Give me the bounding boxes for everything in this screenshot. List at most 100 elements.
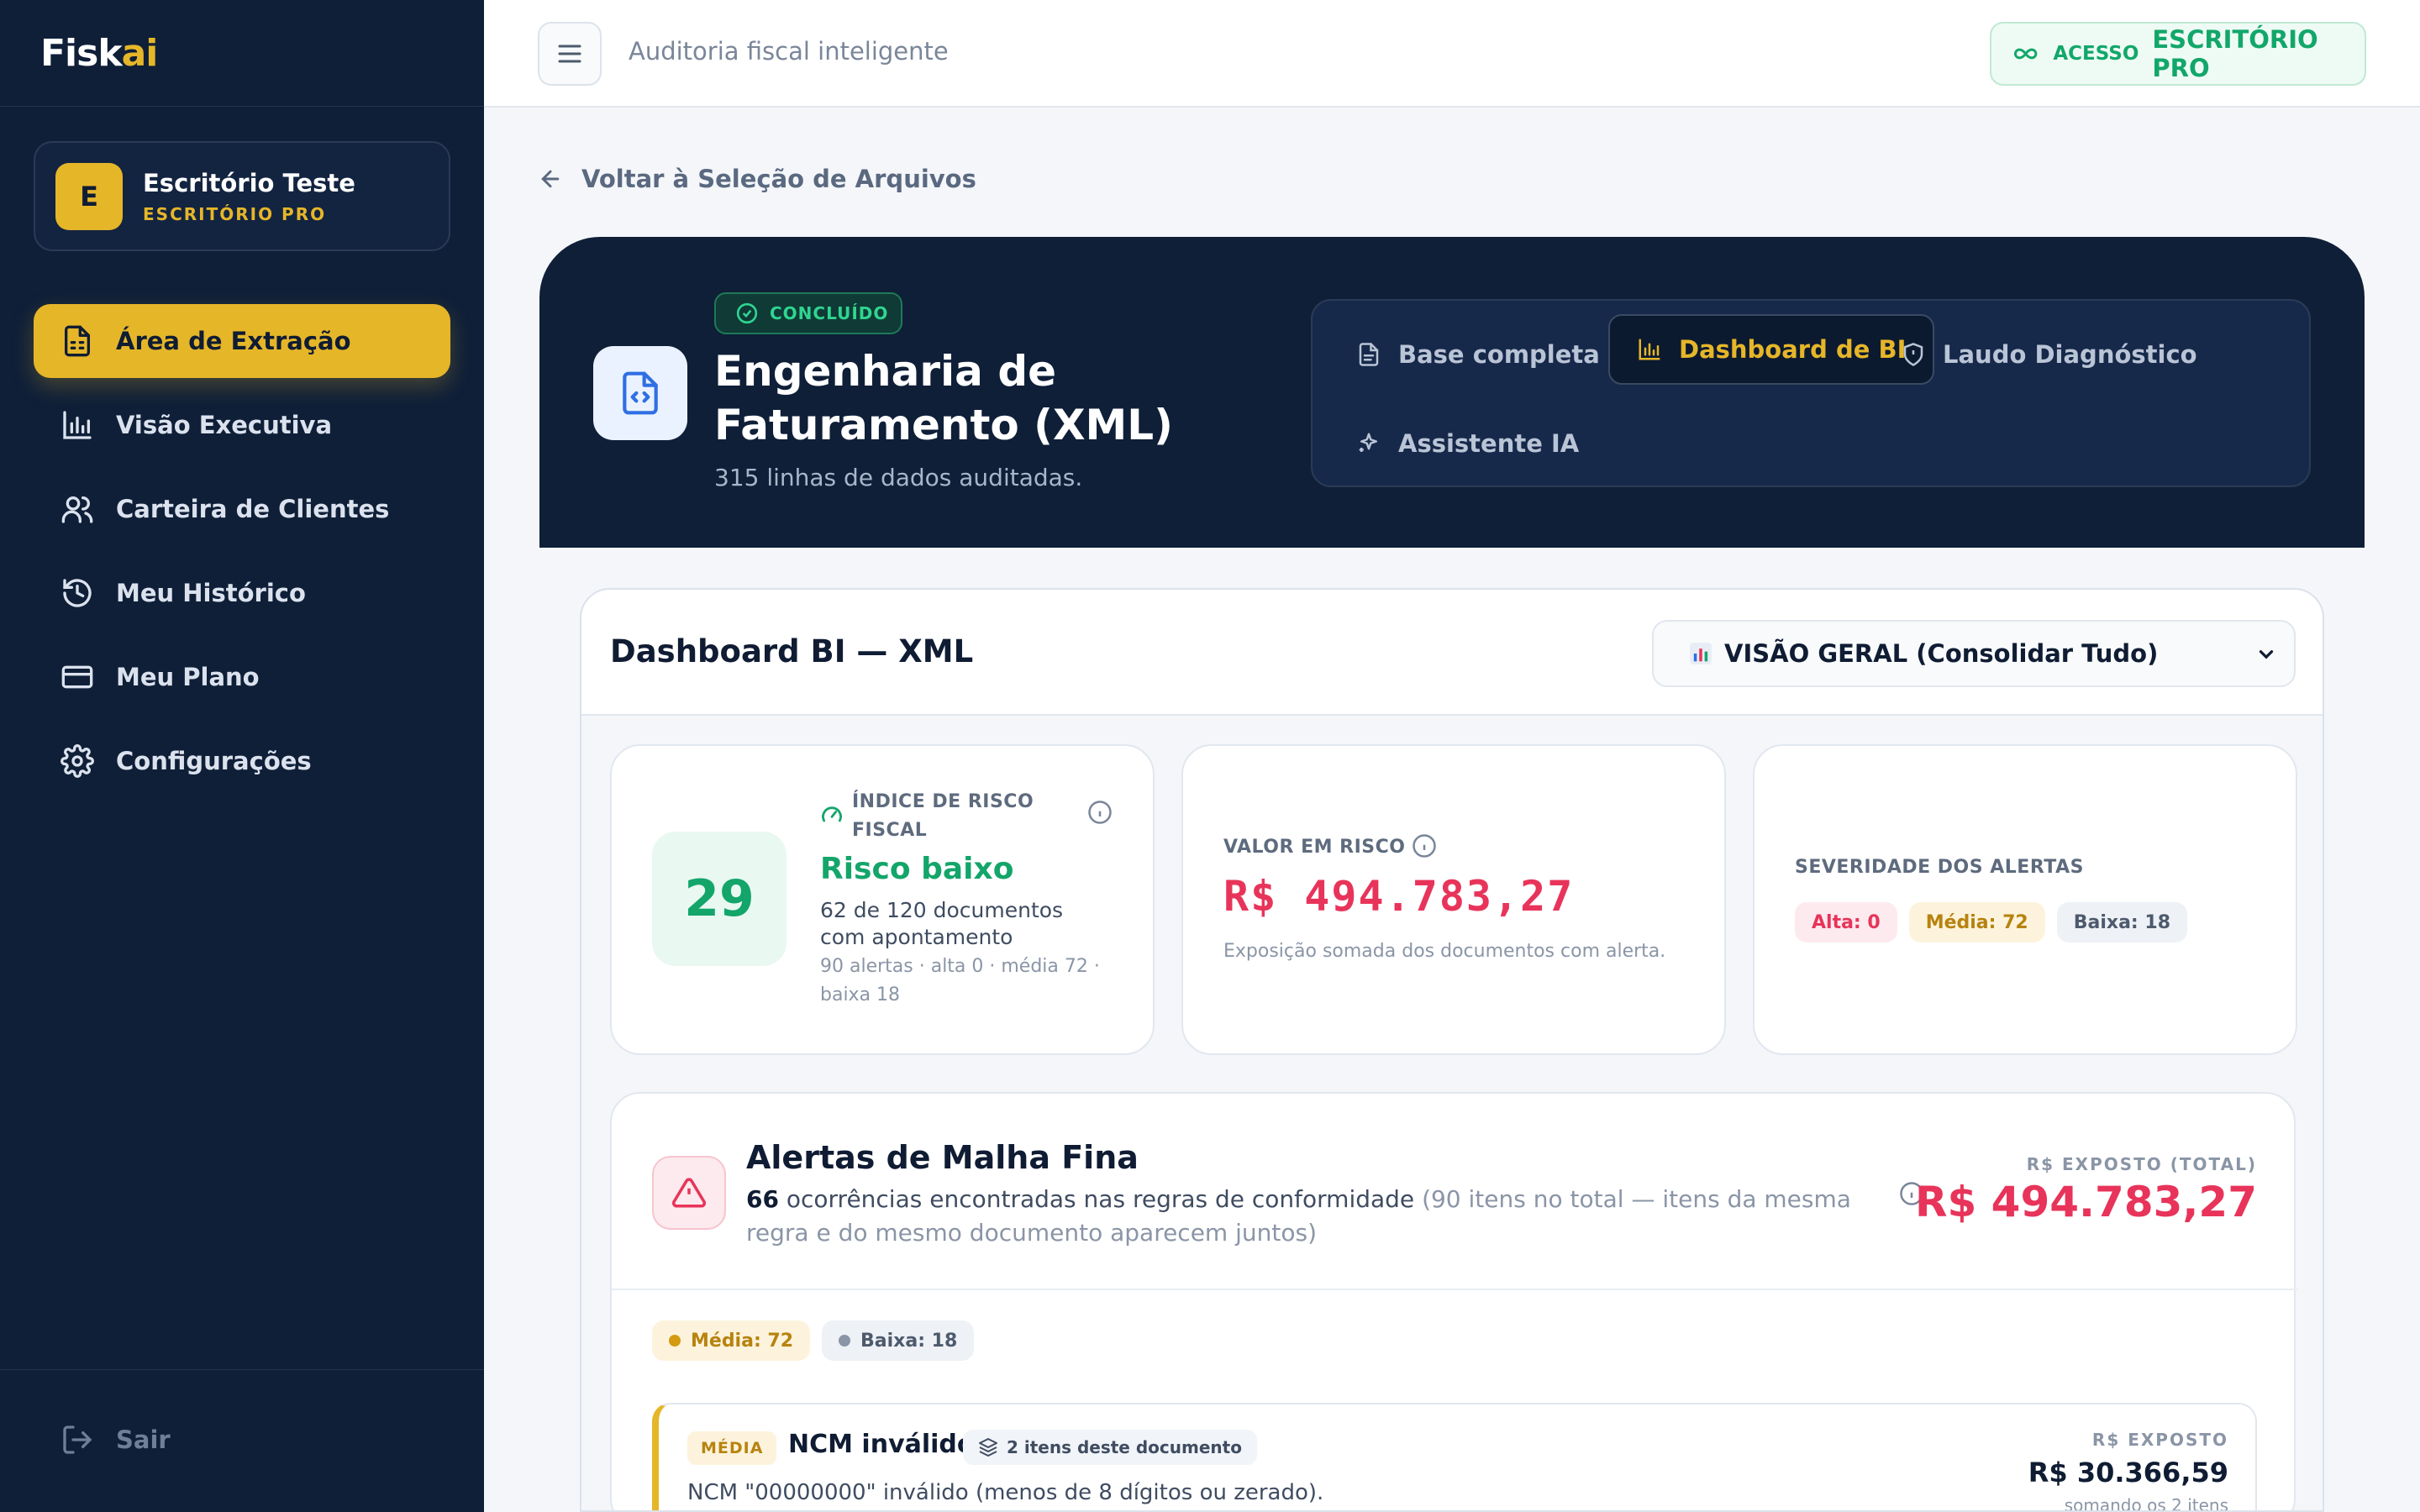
layers-icon: [979, 1438, 997, 1457]
alerts-title: Alertas de Malha Fina: [746, 1139, 1139, 1176]
arrow-left-icon: [541, 170, 560, 188]
sidebar-item-label: Meu Plano: [116, 663, 260, 691]
filter-low-label: Baixa: 18: [860, 1330, 958, 1352]
access-prefix: ACESSO: [2053, 43, 2139, 65]
sidebar-item-carteira-clientes[interactable]: Carteira de Clientes: [34, 472, 450, 546]
chart-emoji-icon: [1690, 643, 1712, 664]
alert-group-chip: 2 itens deste documento: [963, 1430, 1257, 1465]
office-card[interactable]: E Escritório Teste ESCRITÓRIO PRO: [34, 141, 450, 251]
gauge-icon: [822, 806, 842, 822]
hamburger-icon: [558, 45, 581, 63]
alert-severity-tag: MÉDIA: [687, 1431, 777, 1465]
file-code-icon: [593, 346, 687, 440]
risk-score: 29: [652, 832, 786, 966]
credit-card-icon: [60, 660, 94, 694]
severity-card: SEVERIDADE DOS ALERTAS Alta: 0 Média: 72…: [1753, 744, 2297, 1055]
sidebar-item-label: Meu Histórico: [116, 579, 306, 607]
sidebar-item-label: Configurações: [116, 747, 312, 775]
alert-item[interactable]: MÉDIA NCM inválido 2 itens deste documen…: [652, 1403, 2257, 1512]
infinity-icon: [2014, 48, 2038, 60]
brand-logo[interactable]: Fisk ai: [0, 0, 484, 107]
report-header: CONCLUÍDO Engenharia de Faturamento (XML…: [539, 237, 2365, 548]
tab-label: Laudo Diagnóstico: [1943, 340, 2197, 369]
back-link[interactable]: Voltar à Seleção de Arquivos: [538, 165, 976, 193]
alert-item-exposed-note: somando os 2 itens: [2064, 1495, 2228, 1512]
risk-index-card: 29 ÍNDICE DE RISCO FISCAL Risco baixo 62…: [610, 744, 1155, 1055]
sidebar-item-visao-executiva[interactable]: Visão Executiva: [34, 388, 450, 462]
alert-item-exposed-label: R$ EXPOSTO: [2091, 1430, 2228, 1450]
tab-base-completa[interactable]: Base completa: [1356, 319, 1627, 390]
tab-dashboard-bi[interactable]: Dashboard de BI: [1608, 314, 1935, 385]
topbar-subtitle: Auditoria fiscal inteligente: [629, 37, 949, 66]
logout-button[interactable]: Sair: [60, 1423, 171, 1457]
view-select-value: VISÃO GERAL (Consolidar Tudo): [1724, 639, 2159, 668]
filter-medium[interactable]: Média: 72: [652, 1320, 811, 1361]
office-plan: ESCRITÓRIO PRO: [143, 203, 327, 224]
info-icon[interactable]: [1087, 800, 1113, 825]
sidebar-item-plano[interactable]: Meu Plano: [34, 640, 450, 714]
severity-label: SEVERIDADE DOS ALERTAS: [1795, 857, 2084, 878]
risk-docs: 62 de 120 documentos com apontamento: [820, 898, 1064, 949]
file-spreadsheet-icon: [60, 324, 94, 358]
logout-label: Sair: [116, 1425, 171, 1454]
alert-filters: Média: 72 Baixa: 18: [652, 1320, 986, 1361]
sidebar-item-label: Visão Executiva: [116, 411, 333, 439]
severity-medium-chip: Média: 72: [1908, 902, 2045, 942]
office-name: Escritório Teste: [143, 168, 355, 197]
office-avatar: E: [55, 162, 123, 230]
sidebar-item-label: Área de Extração: [116, 327, 351, 355]
access-plan: ESCRITÓRIO PRO: [2152, 25, 2318, 82]
chevron-down-icon: [2259, 650, 2274, 659]
view-tabs: Base completa Dashboard de BI Laudo Diag…: [1311, 299, 2311, 487]
bar-chart-icon: [60, 408, 94, 442]
tab-label: Dashboard de BI: [1679, 335, 1907, 364]
report-subtitle: 315 linhas de dados auditadas.: [714, 464, 1083, 491]
severity-chips: Alta: 0 Média: 72 Baixa: 18: [1795, 902, 2199, 942]
sidebar-nav: Área de Extração Visão Executiva Carteir…: [34, 304, 450, 808]
alerts-section: Alertas de Malha Fina 66 ocorrências enc…: [610, 1092, 2297, 1512]
sidebar-item-configuracoes[interactable]: Configurações: [34, 724, 450, 798]
report-title: Engenharia de Faturamento (XML): [714, 347, 1173, 449]
logout-icon: [63, 1425, 92, 1454]
risk-summary: 90 alertas · alta 0 · média 72 · baixa 1…: [820, 956, 1100, 1005]
sidebar-item-extracao[interactable]: Área de Extração: [34, 304, 450, 378]
sparkles-icon: [1359, 433, 1377, 452]
tab-label: Base completa: [1398, 340, 1600, 369]
status-label: CONCLUÍDO: [770, 303, 889, 323]
document-icon: [1359, 343, 1379, 366]
menu-button[interactable]: [538, 22, 602, 86]
risk-level: Risco baixo: [820, 852, 1014, 886]
filter-low[interactable]: Baixa: 18: [822, 1320, 975, 1361]
severity-low-chip: Baixa: 18: [2056, 902, 2187, 942]
users-icon: [60, 492, 94, 526]
dashboard-header: Dashboard BI — XML VISÃO GERAL (Consolid…: [581, 590, 2323, 716]
filter-medium-label: Média: 72: [691, 1330, 794, 1352]
check-circle-icon: [736, 302, 758, 324]
value-at-risk-note: Exposição somada dos documentos com aler…: [1223, 941, 1666, 962]
alerts-count: 66: [746, 1185, 779, 1213]
status-badge: CONCLUÍDO: [714, 292, 902, 334]
risk-index-label: ÍNDICE DE RISCO FISCAL: [852, 791, 1034, 841]
topbar: Auditoria fiscal inteligente ACESSO ESCR…: [484, 0, 2420, 108]
sidebar-item-label: Carteira de Clientes: [116, 495, 390, 523]
dot-icon: [669, 1335, 681, 1347]
severity-high-chip: Alta: 0: [1795, 902, 1897, 942]
history-icon: [60, 576, 94, 610]
view-select[interactable]: VISÃO GERAL (Consolidar Tudo): [1652, 620, 2296, 687]
tab-assistente-ia[interactable]: Assistente IA: [1356, 408, 1606, 479]
tab-laudo-diagnostico[interactable]: Laudo Diagnóstico: [1901, 319, 2224, 390]
value-at-risk-label: VALOR EM RISCO: [1223, 837, 1406, 858]
bar-chart-icon: [1639, 339, 1660, 360]
alert-group-label: 2 itens deste documento: [1007, 1437, 1242, 1457]
dashboard-panel: Dashboard BI — XML VISÃO GERAL (Consolid…: [580, 588, 2324, 1512]
dashboard-title: Dashboard BI — XML: [610, 633, 974, 669]
sidebar-item-historico[interactable]: Meu Histórico: [34, 556, 450, 630]
info-icon[interactable]: [1412, 833, 1437, 858]
alert-item-title: NCM inválido: [788, 1430, 975, 1459]
back-label: Voltar à Seleção de Arquivos: [581, 165, 976, 193]
access-badge[interactable]: ACESSO ESCRITÓRIO PRO: [1990, 22, 2366, 86]
brand-accent: ai: [121, 31, 159, 75]
alerts-description: 66 ocorrências encontradas nas regras de…: [746, 1183, 1906, 1250]
alerts-desc-main: ocorrências encontradas nas regras de co…: [778, 1185, 1415, 1213]
tab-label: Assistente IA: [1398, 429, 1580, 458]
